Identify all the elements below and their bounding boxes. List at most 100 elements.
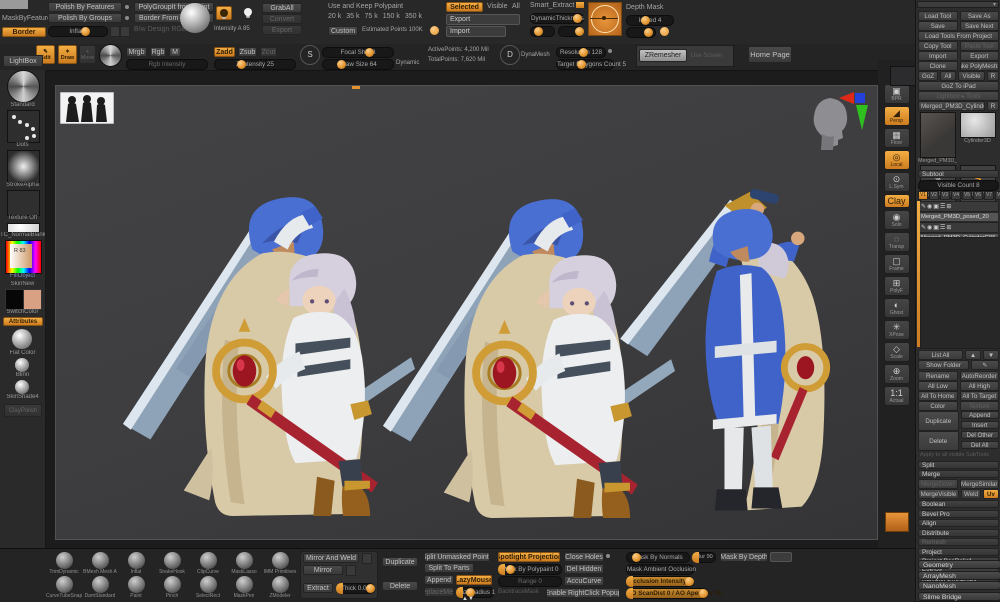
shelf-icon-button[interactable]: ◐ Ghost bbox=[884, 298, 910, 318]
brush-item[interactable]: ZModeler bbox=[262, 576, 298, 599]
brush-preview-sphere[interactable] bbox=[180, 3, 210, 33]
mirror-axis-toggle[interactable] bbox=[346, 565, 356, 576]
axis-gizmo[interactable] bbox=[838, 90, 870, 132]
tray-arrows[interactable]: ▲▼ bbox=[462, 596, 474, 602]
imbed-slider[interactable]: Imbed 4 bbox=[626, 15, 674, 26]
border-button[interactable]: Border bbox=[2, 27, 46, 37]
current-tool-button[interactable]: Merged_PM3D_Cylinder3D bbox=[918, 101, 985, 111]
dynamic-thickness-slider[interactable]: DynamicThickness bbox=[530, 13, 584, 24]
brush-item[interactable]: SelectRect bbox=[190, 576, 226, 599]
replace-mesh-button[interactable]: ReplaceMesh bbox=[424, 587, 454, 597]
brush-item[interactable]: DamStandard bbox=[82, 576, 118, 599]
goz-r-button[interactable]: R bbox=[987, 71, 999, 81]
visibility-tab[interactable]: V4 bbox=[951, 191, 961, 200]
depth-mask-curve[interactable] bbox=[588, 2, 622, 36]
import-button[interactable]: Import bbox=[918, 51, 958, 61]
skinshade-material[interactable] bbox=[15, 380, 29, 394]
export-field[interactable]: Export bbox=[446, 14, 520, 25]
decimation-level[interactable]: 20 k bbox=[328, 13, 341, 20]
polyframe-icon[interactable]: ⊞ bbox=[946, 224, 951, 231]
uv-button[interactable]: Uv bbox=[983, 489, 999, 499]
rightclick-popup-button[interactable]: Enable RightClick Popup bbox=[546, 588, 620, 598]
palette-header[interactable]: Slime Bridge bbox=[918, 592, 1000, 601]
mirror-and-weld-button[interactable]: Mirror And Weld bbox=[303, 553, 359, 563]
shelf-icon-button[interactable]: ◇ Scale bbox=[884, 342, 910, 362]
up-arrow-button[interactable]: ▲ bbox=[965, 350, 981, 360]
visibility-tab[interactable]: V2 bbox=[929, 191, 939, 200]
dynamesh-icon[interactable]: D bbox=[500, 45, 520, 65]
mask-by-depth-button[interactable]: Mask By Depth bbox=[720, 552, 768, 562]
fill-object-label[interactable]: FillObject bbox=[0, 273, 45, 279]
color-picker[interactable]: R 83 bbox=[5, 240, 42, 274]
mrgb-button[interactable]: Mrgb bbox=[126, 47, 147, 57]
all-high-button[interactable]: All High bbox=[960, 381, 1000, 391]
estimated-points-knob[interactable] bbox=[430, 26, 439, 35]
visibility-tab[interactable]: V5 bbox=[962, 191, 972, 200]
z-intensity-slider[interactable]: Z Intensity 25 bbox=[214, 59, 296, 70]
inflate-slider[interactable]: Inflate bbox=[48, 26, 108, 37]
all-low-button[interactable]: All Low bbox=[918, 381, 958, 391]
section-header[interactable]: Remesh bbox=[918, 538, 999, 546]
shelf-icon-button[interactable]: ⊕ Zoom bbox=[884, 364, 910, 384]
rename-button[interactable]: Rename bbox=[918, 371, 958, 381]
rgb-button[interactable]: Rgb bbox=[150, 47, 166, 57]
paint-icon[interactable]: ▣ bbox=[933, 224, 939, 231]
main-color-swatch[interactable] bbox=[5, 289, 24, 310]
brush-item[interactable]: TrimDynamic bbox=[46, 552, 82, 575]
mask-polypaint-slider[interactable]: Mask By Polypaint 0 bbox=[498, 564, 562, 575]
palette-header[interactable]: ArrayMesh bbox=[918, 571, 1000, 580]
sculpt-figure-solo[interactable] bbox=[612, 138, 862, 524]
panel-header-bar[interactable]: ▾ bbox=[917, 1, 999, 8]
shelf-icon-button[interactable]: ▢ Frame bbox=[884, 254, 910, 274]
shelf-color-swatch[interactable] bbox=[885, 512, 909, 532]
folder-icon-button[interactable]: ✎ bbox=[971, 360, 999, 370]
del-other-button[interactable]: Del Other bbox=[961, 431, 1000, 439]
lightbox-tools-button[interactable]: Lightbox ▸ Tools bbox=[918, 91, 999, 101]
shelf-icon-button[interactable]: ◎ Local bbox=[884, 150, 910, 170]
shelf-icon-button[interactable]: Clay bbox=[884, 194, 910, 208]
goz-button[interactable]: GoZ bbox=[918, 71, 938, 81]
show-folder-button[interactable]: Show Folder bbox=[918, 360, 969, 370]
extract-mini-slider-a[interactable] bbox=[530, 26, 555, 37]
subtool-header[interactable]: Subtool bbox=[918, 170, 999, 178]
shelf-icon-button[interactable]: ◌ Transp bbox=[884, 232, 910, 252]
lazy-mouse-button[interactable]: LazyMouse bbox=[456, 575, 492, 585]
section-header[interactable]: Bevel Pro bbox=[918, 510, 999, 518]
decimation-level[interactable]: 350 k bbox=[405, 13, 422, 20]
make-polymesh-button[interactable]: Make PolyMesh3D bbox=[960, 61, 1000, 71]
extract-button[interactable]: Extract bbox=[303, 583, 333, 593]
move-button[interactable]: +Move bbox=[79, 45, 96, 64]
decimation-level[interactable]: 150 k bbox=[383, 13, 400, 20]
draw-size-slider[interactable]: Draw Size 64 bbox=[322, 59, 394, 70]
all-to-home-button[interactable]: All To Home bbox=[918, 391, 958, 401]
merge-section-header[interactable]: Merge bbox=[918, 470, 999, 478]
spotlight-projection-button[interactable]: Spotlight Projection bbox=[498, 552, 560, 562]
extract-mini-slider-b[interactable] bbox=[558, 26, 583, 37]
section-header[interactable]: Align bbox=[918, 519, 999, 527]
light-on-button[interactable] bbox=[216, 6, 232, 20]
close-holes-button[interactable]: Close Holes bbox=[564, 552, 604, 562]
paint-icon[interactable]: ▣ bbox=[933, 203, 939, 210]
thick-slider[interactable]: Thick 0.02 bbox=[336, 583, 375, 594]
duplicate-button[interactable]: Duplicate bbox=[918, 411, 959, 431]
rgb-intensity-slider[interactable]: Rgb Intensity bbox=[126, 59, 208, 70]
load-tool-button[interactable]: Load Tool bbox=[918, 11, 958, 21]
smart-extract-toggle[interactable] bbox=[576, 2, 584, 8]
attributes-button[interactable]: Attributes bbox=[3, 317, 43, 326]
shelf-icon-button[interactable]: ▦ Floor bbox=[884, 128, 910, 148]
load-tools-project-button[interactable]: Load Tools From Project bbox=[918, 31, 999, 41]
split-unmasked-button[interactable]: Split Unmasked Points bbox=[424, 552, 490, 562]
delete-bottom-button[interactable]: Delete bbox=[382, 581, 418, 591]
section-header[interactable]: Boolean bbox=[918, 500, 999, 508]
current-tool-r-button[interactable]: R bbox=[987, 101, 999, 111]
mirror-button[interactable]: Mirror bbox=[303, 565, 343, 575]
down-arrow-button[interactable]: ▼ bbox=[983, 350, 999, 360]
export-small-button[interactable]: Export bbox=[262, 25, 302, 35]
shelf-icon-button[interactable]: ◉ Solo bbox=[884, 210, 910, 230]
visibility-tab[interactable]: V3 bbox=[940, 191, 950, 200]
import-field[interactable]: Import bbox=[446, 26, 506, 37]
clay-polish-button[interactable]: ClayPolish bbox=[4, 404, 42, 417]
texture-slot[interactable] bbox=[7, 190, 40, 216]
export-button[interactable]: Export bbox=[960, 51, 1000, 61]
goz-visible-button[interactable]: Visible bbox=[958, 71, 985, 81]
